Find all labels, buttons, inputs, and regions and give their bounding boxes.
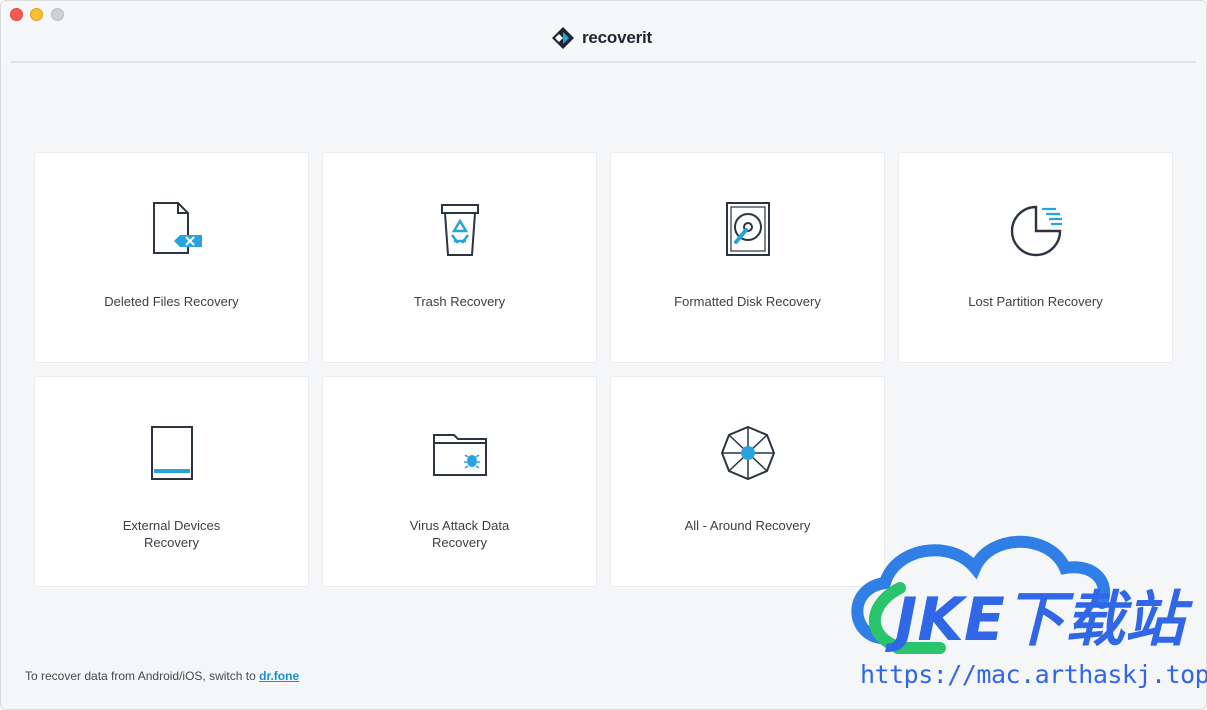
deleted-file-icon (140, 197, 204, 261)
card-formatted-disk-recovery[interactable]: Formatted Disk Recovery (610, 152, 885, 363)
all-around-icon (716, 421, 780, 485)
divider (11, 61, 1196, 63)
card-label: External Devices Recovery (122, 518, 221, 550)
card-label: Deleted Files Recovery (104, 294, 239, 309)
card-trash-recovery[interactable]: Trash Recovery (322, 152, 597, 363)
card-label: Virus Attack Data Recovery (409, 518, 510, 550)
card-label: All - Around Recovery (684, 518, 811, 533)
footer-text: To recover data from Android/iOS, switch… (25, 669, 260, 683)
maximize-window-button[interactable] (51, 8, 64, 21)
card-external-devices-recovery[interactable]: External Devices Recovery (34, 376, 309, 587)
hard-disk-icon (716, 197, 780, 261)
card-deleted-files-recovery[interactable]: Deleted Files Recovery (34, 152, 309, 363)
app-name: recoverit (582, 28, 653, 47)
minimize-window-button[interactable] (30, 8, 43, 21)
card-lost-partition-recovery[interactable]: Lost Partition Recovery (898, 152, 1173, 363)
watermark-url: https://mac.arthaskj.top (860, 660, 1207, 689)
partition-pie-icon (1004, 197, 1068, 261)
recoverit-logo-icon (552, 27, 574, 49)
close-window-button[interactable] (10, 8, 23, 21)
virus-folder-icon (428, 421, 492, 485)
card-label: Trash Recovery (413, 294, 506, 309)
drfone-link[interactable]: dr.fone (259, 669, 299, 683)
external-device-icon (140, 421, 204, 485)
title-bar: recoverit (1, 1, 1206, 63)
svg-text:JKE下载站: JKE下载站 (885, 585, 1194, 655)
card-label: Lost Partition Recovery (968, 294, 1103, 309)
app-logo: recoverit (551, 25, 652, 51)
trash-recycle-icon (428, 197, 492, 261)
card-virus-attack-data-recovery[interactable]: Virus Attack Data Recovery (322, 376, 597, 587)
card-label: Formatted Disk Recovery (674, 294, 821, 309)
footer-note: To recover data from Android/iOS, switch… (25, 669, 299, 683)
